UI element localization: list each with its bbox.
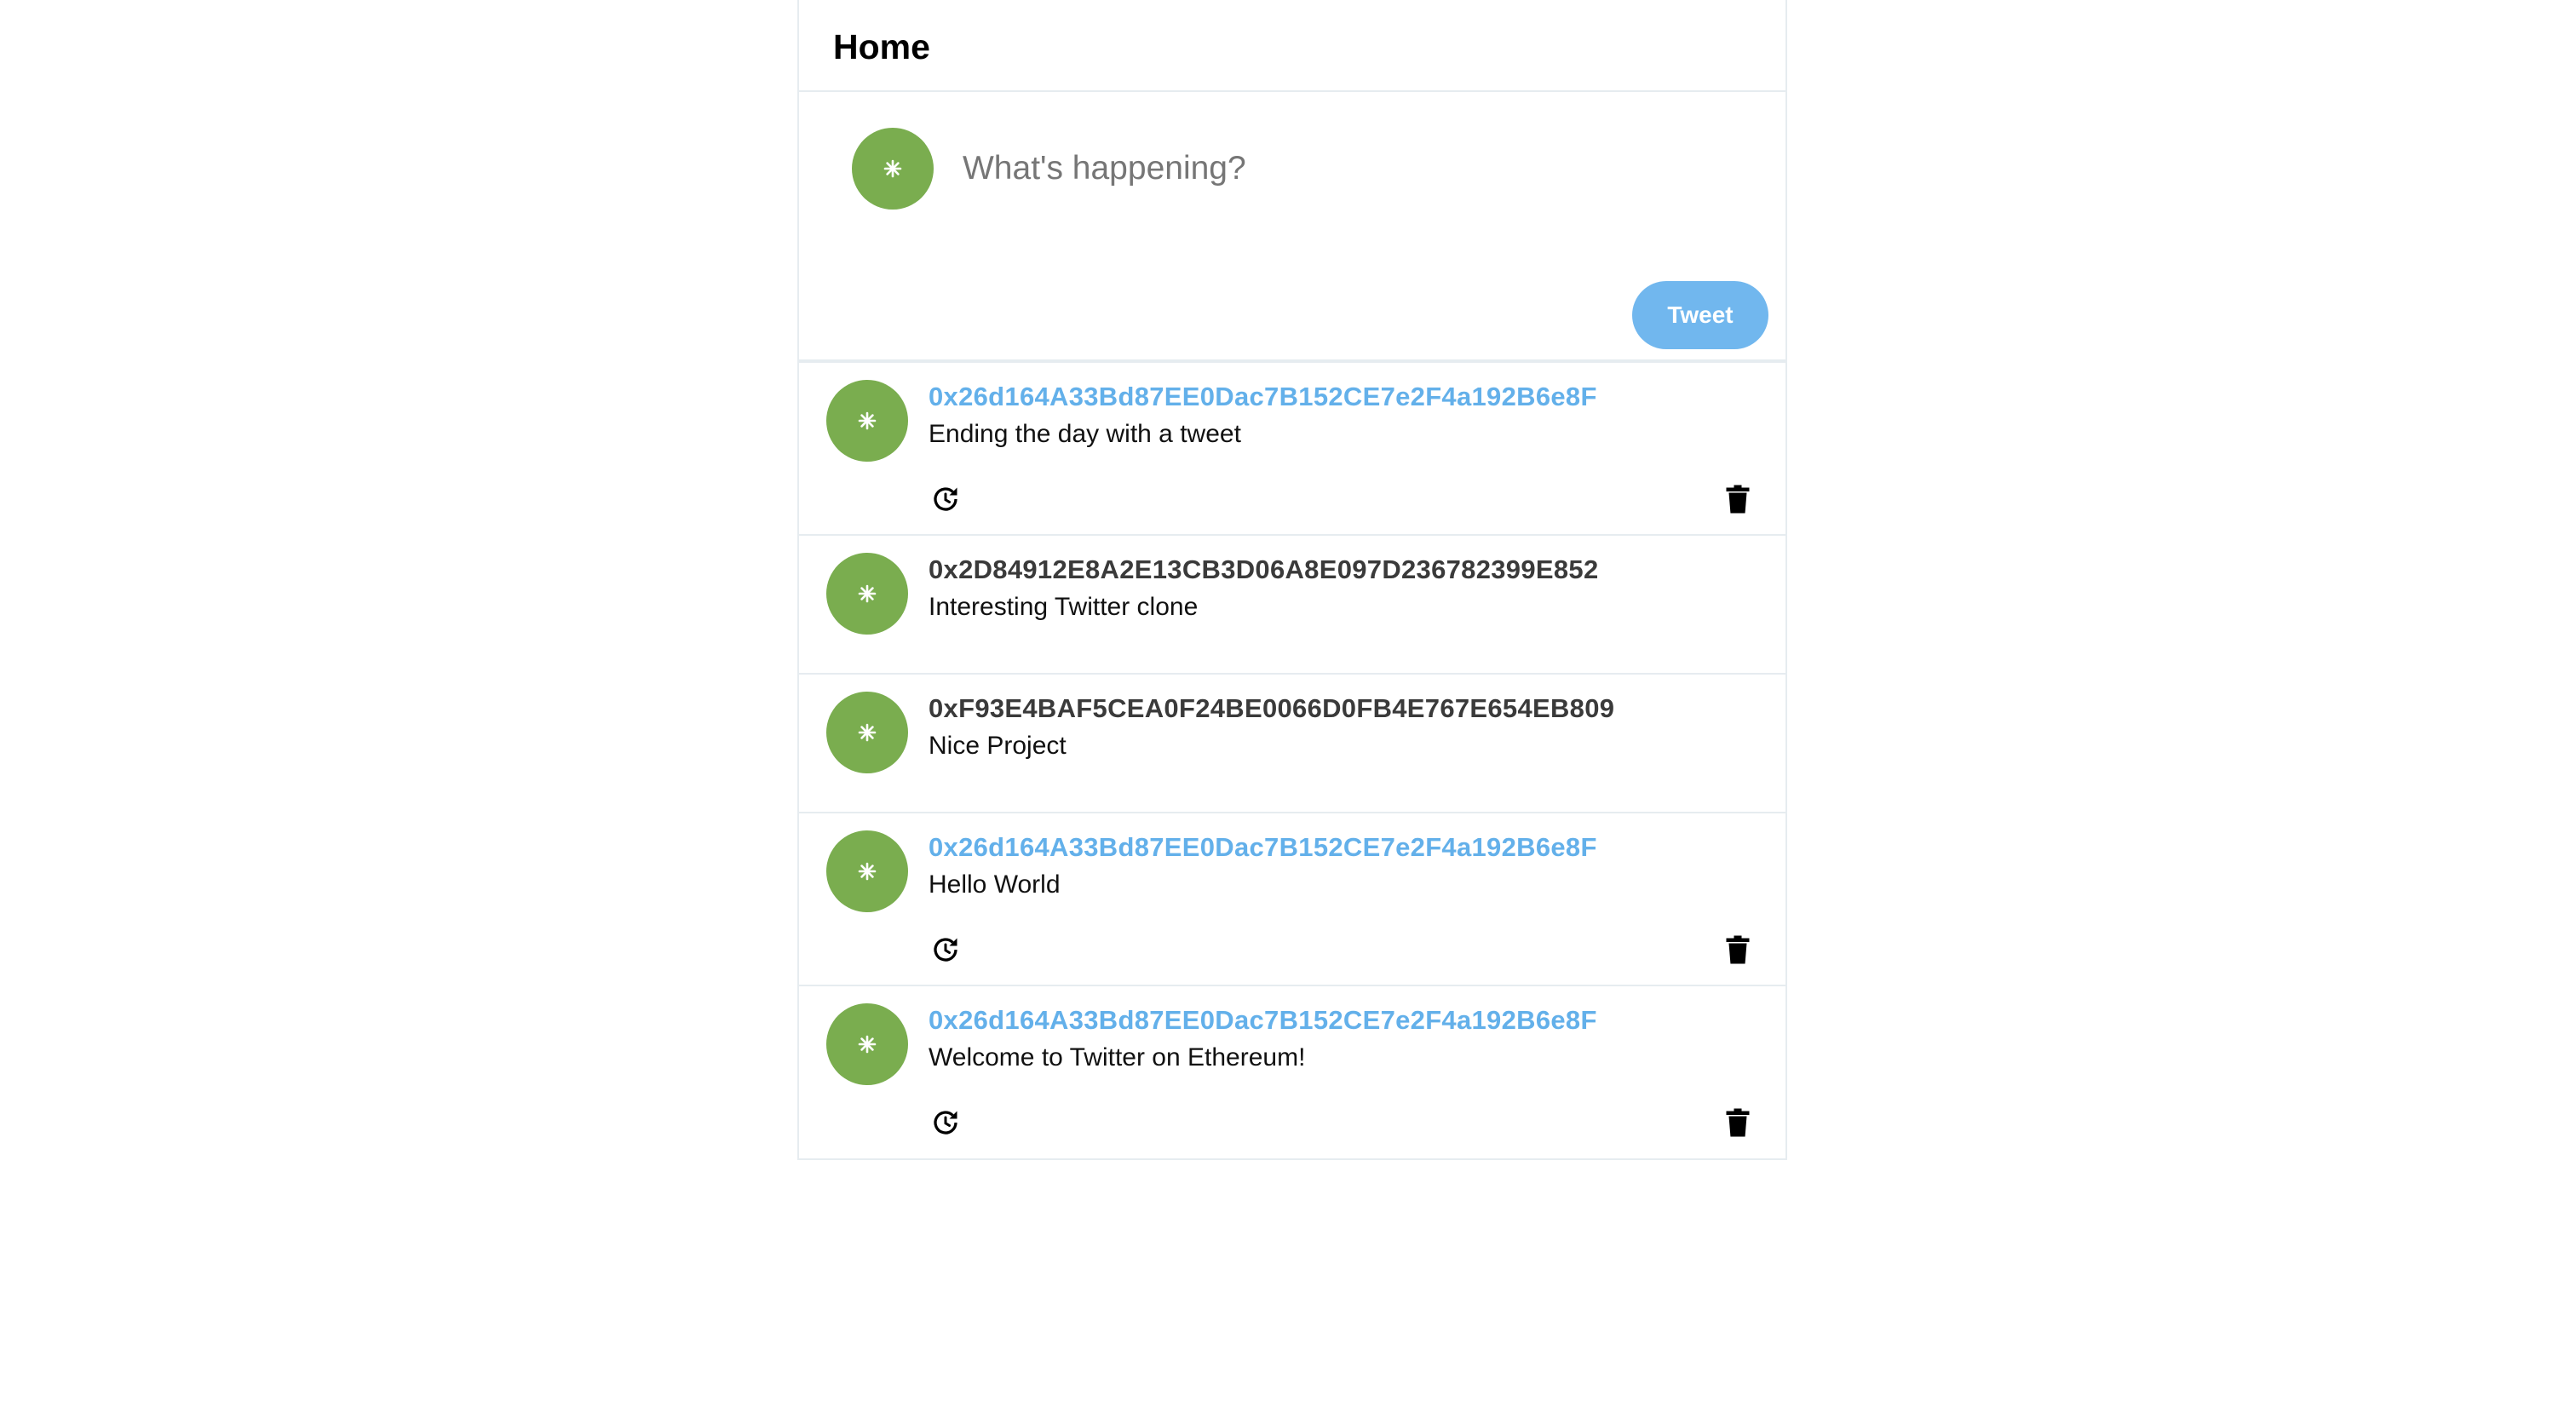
tweet-author: 0x26d164A33Bd87EE0Dac7B152CE7e2F4a192B6e… xyxy=(929,382,1597,411)
tweet-author: 0xF93E4BAF5CEA0F24BE0066D0FB4E767E654EB8… xyxy=(929,693,1615,723)
tweet-author: 0x2D84912E8A2E13CB3D06A8E097D236782399E8… xyxy=(929,554,1599,584)
tweet-item: 0x26d164A33Bd87EE0Dac7B152CE7e2F4a192B6e… xyxy=(799,363,1785,536)
tweet-item: 0x26d164A33Bd87EE0Dac7B152CE7e2F4a192B6e… xyxy=(799,986,1785,1159)
tweet-input[interactable] xyxy=(963,143,1729,194)
header: Home xyxy=(799,0,1785,92)
avatar xyxy=(826,1003,908,1085)
tweet-text: Hello World xyxy=(929,870,1061,899)
tweet-item: 0xF93E4BAF5CEA0F24BE0066D0FB4E767E654EB8… xyxy=(799,675,1785,813)
star-icon xyxy=(858,862,877,881)
tweet-button[interactable]: Tweet xyxy=(1632,281,1768,349)
tweet-author: 0x26d164A33Bd87EE0Dac7B152CE7e2F4a192B6e… xyxy=(929,832,1597,862)
tweet-item: 0x26d164A33Bd87EE0Dac7B152CE7e2F4a192B6e… xyxy=(799,813,1785,986)
trash-icon[interactable] xyxy=(1721,1106,1755,1140)
tweet-text: Nice Project xyxy=(929,732,1067,760)
avatar xyxy=(826,692,908,773)
refresh-icon[interactable] xyxy=(929,482,963,516)
tweet-author: 0x26d164A33Bd87EE0Dac7B152CE7e2F4a192B6e… xyxy=(929,1005,1597,1035)
trash-icon[interactable] xyxy=(1721,482,1755,516)
star-icon xyxy=(858,1035,877,1054)
avatar xyxy=(826,380,908,462)
tweet-text: Interesting Twitter clone xyxy=(929,593,1199,621)
refresh-icon[interactable] xyxy=(929,933,963,967)
refresh-icon[interactable] xyxy=(929,1106,963,1140)
avatar xyxy=(826,830,908,912)
feed: Home Tweet 0x26d164A xyxy=(797,0,1787,1160)
star-icon xyxy=(883,159,902,178)
star-icon xyxy=(858,411,877,430)
tweet-text: Welcome to Twitter on Ethereum! xyxy=(929,1043,1306,1071)
compose-box: Tweet xyxy=(799,92,1785,363)
page-title: Home xyxy=(833,27,930,66)
avatar xyxy=(826,553,908,635)
tweet-text: Ending the day with a tweet xyxy=(929,420,1241,448)
avatar xyxy=(852,128,934,210)
star-icon xyxy=(858,584,877,603)
star-icon xyxy=(858,723,877,742)
tweet-item: 0x2D84912E8A2E13CB3D06A8E097D236782399E8… xyxy=(799,536,1785,675)
trash-icon[interactable] xyxy=(1721,933,1755,967)
